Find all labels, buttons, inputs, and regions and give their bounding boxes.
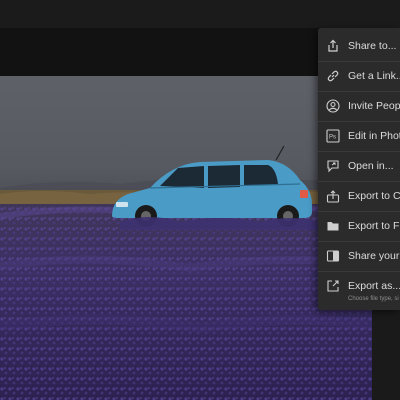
menu-item-open-in[interactable]: Open in... xyxy=(318,152,400,180)
share-icon xyxy=(328,39,338,52)
menu-item-share-to[interactable]: Share to... xyxy=(318,32,400,60)
menu-item-label: Export as... xyxy=(348,280,400,292)
svg-text:Ps: Ps xyxy=(329,135,336,141)
photo-image xyxy=(0,145,372,400)
menu-item-invite-people[interactable]: Invite Peopl xyxy=(318,92,400,120)
menu-item-label: Export to Ca xyxy=(348,190,400,202)
folder-icon xyxy=(327,222,339,231)
menu-item-export-as[interactable]: Export as... Choose file type, si xyxy=(318,272,400,306)
menu-item-label: Share your E xyxy=(348,250,400,262)
top-bar xyxy=(0,0,400,28)
open-in-icon xyxy=(327,160,339,173)
menu-item-label: Get a Link... xyxy=(348,70,400,82)
invite-people-icon xyxy=(326,99,340,113)
link-icon xyxy=(327,70,339,82)
photo-preview xyxy=(0,76,372,400)
menu-item-label: Edit in Photo xyxy=(348,130,400,142)
menu-item-export-to-files[interactable]: Export to Fil xyxy=(318,212,400,240)
menu-item-label: Share to... xyxy=(348,40,397,52)
photoshop-icon: Ps xyxy=(326,129,340,143)
menu-item-label: Open in... xyxy=(348,160,394,172)
menu-item-export-to-camera-roll[interactable]: Export to Ca xyxy=(318,182,400,210)
export-as-icon xyxy=(327,280,339,292)
share-menu: Share to... Get a Link... Invite Peopl P… xyxy=(318,28,400,310)
export-camera-roll-icon xyxy=(326,190,340,203)
photo-header-bar xyxy=(0,28,372,76)
menu-item-label: Export to Fil xyxy=(348,220,400,232)
menu-item-label: Invite Peopl xyxy=(348,100,400,112)
menu-item-get-link[interactable]: Get a Link... xyxy=(318,62,400,90)
menu-item-sublabel: Choose file type, si xyxy=(348,296,399,302)
menu-item-edit-in-photoshop[interactable]: Ps Edit in Photo xyxy=(318,122,400,150)
menu-item-share-your-edit[interactable]: Share your E xyxy=(318,242,400,270)
share-edit-icon xyxy=(326,250,340,262)
